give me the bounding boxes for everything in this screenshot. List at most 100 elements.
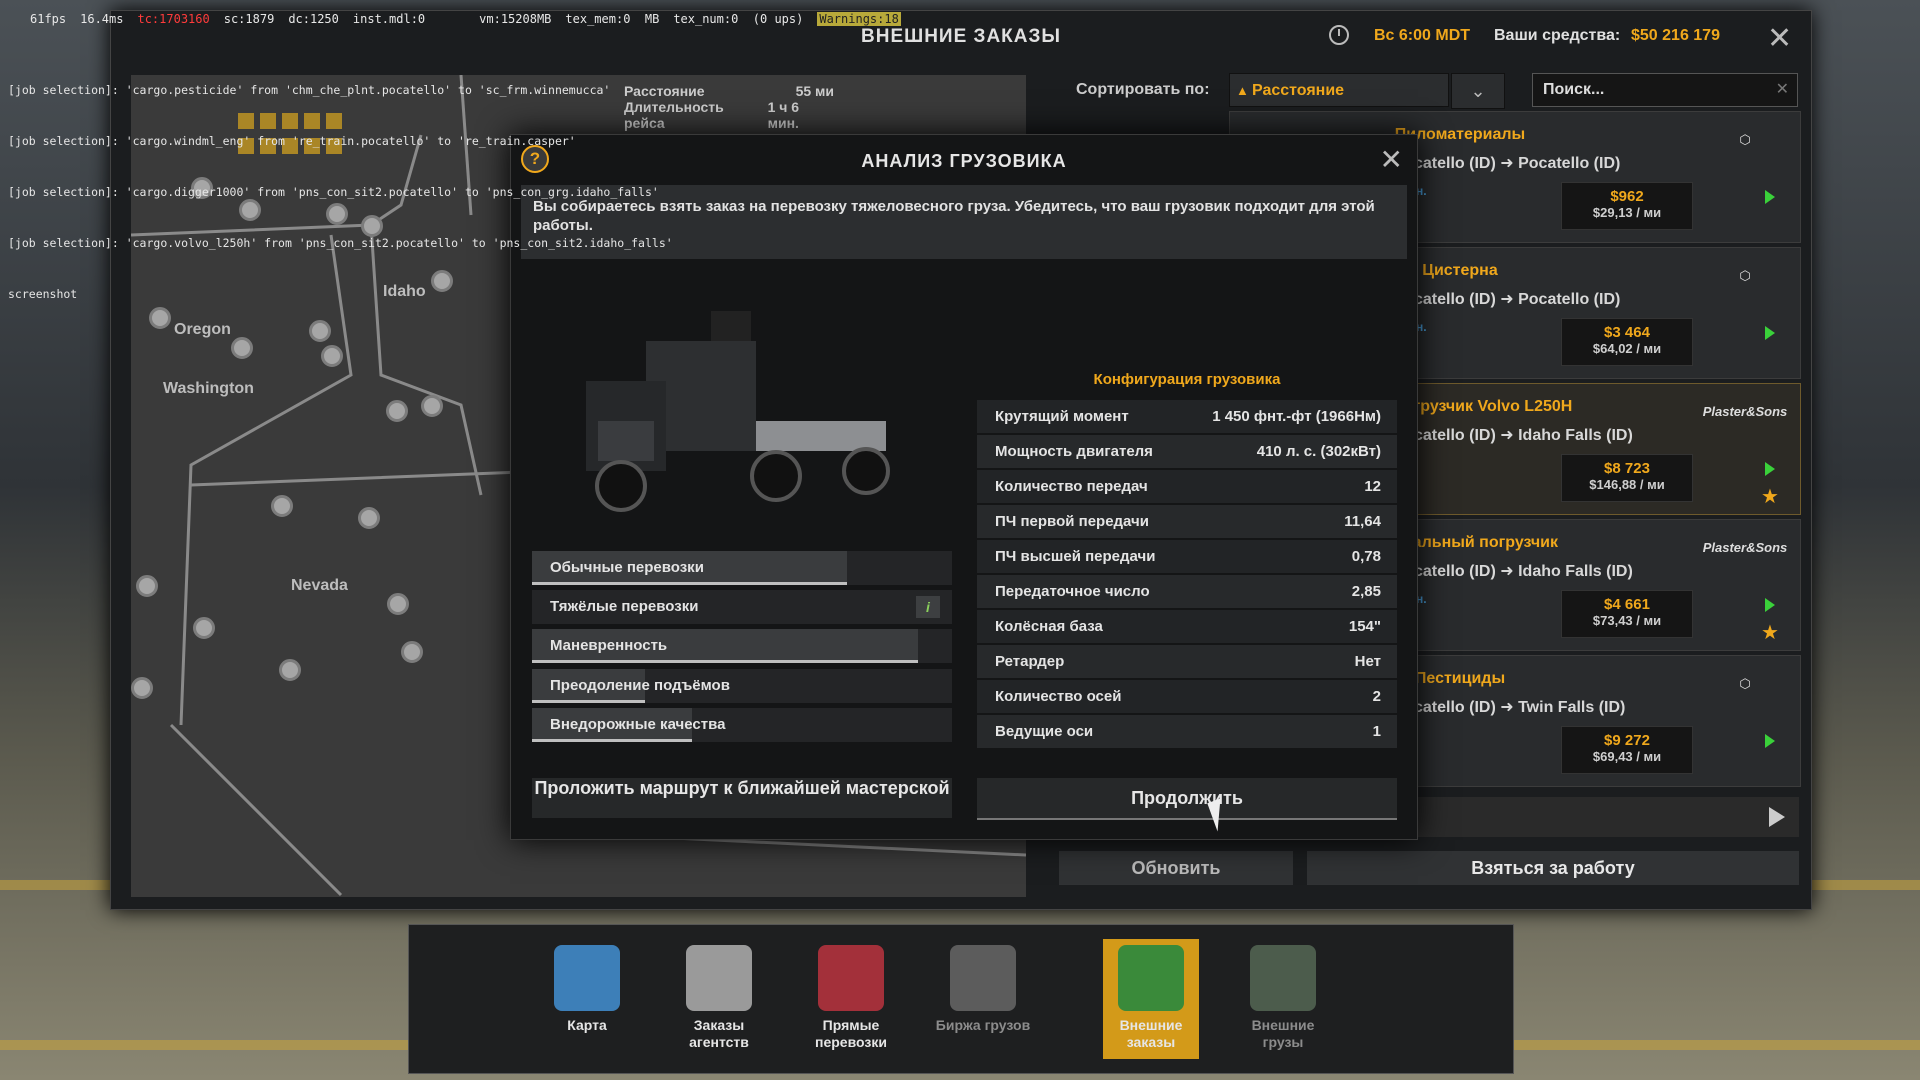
config-value: Нет [1354,653,1381,670]
config-title: Конфигурация грузовика [1093,371,1281,388]
config-row: ПЧ первой передачи 11,64 [977,505,1397,538]
config-row: Количество передач 12 [977,470,1397,503]
bottom-dock: Карта Заказы агентств Прямые перевозки Б… [408,924,1514,1074]
route-to-service-button[interactable]: Проложить маршрут к ближайшей мастерской [532,778,952,818]
debug-warnings: Warnings:18 [817,12,901,26]
dock-external-jobs[interactable]: Внешние заказы [1103,939,1199,1059]
job-route: catello (ID) ➜ Pocatello (ID) [1414,155,1621,172]
forklift-icon [818,945,884,1011]
config-row: Ретардер Нет [977,645,1397,678]
refresh-button[interactable]: Обновить [1059,851,1293,885]
play-icon [1765,326,1775,340]
map-city[interactable] [386,400,408,422]
play-icon [1765,734,1775,748]
distance-value: 55 ми [795,83,834,99]
map-city[interactable] [309,320,331,342]
dock-label: Биржа грузов [935,1017,1031,1033]
config-key: Количество осей [995,688,1122,705]
sort-dropdown[interactable]: ▲ Расстояние [1229,73,1449,107]
route-from: catello (ID) [1414,563,1496,580]
config-value: 154" [1348,618,1381,635]
stat-offroad: Внедорожные качества [532,708,952,742]
search-input[interactable]: Поиск... ✕ [1532,73,1798,107]
cargo-market-icon [950,945,1016,1011]
map-city[interactable] [358,507,380,529]
stat-maneuverability: Маневренность [532,629,952,663]
map-city[interactable] [136,575,158,597]
star-icon: ★ [1761,486,1779,508]
dock-map[interactable]: Карта [539,939,635,1059]
stat-label: Преодоление подъёмов [550,677,730,694]
funds-value: $50 216 179 [1631,27,1720,44]
dock-label: Карта [567,1017,607,1033]
map-city[interactable] [321,345,343,367]
stat-label: Маневренность [550,637,668,654]
job-price: $962 [1610,188,1644,205]
stat-heavy-haul: Тяжёлые перевозки i [532,590,952,624]
dock-cargo-market[interactable]: Биржа грузов [935,939,1031,1059]
dock-external-cargo[interactable]: Внешние грузы [1235,939,1331,1059]
debug-console: [job selection]: 'cargo.pesticide' from … [8,48,673,320]
map-city[interactable] [401,641,423,663]
search-placeholder: Поиск... [1543,81,1605,98]
job-rate: $146,88 / ми [1589,477,1665,492]
map-city[interactable] [421,395,443,417]
config-key: Ретардер [995,653,1065,670]
console-line: [job selection]: 'cargo.pesticide' from … [8,83,611,97]
config-key: Количество передач [995,478,1148,495]
stat-hill-climbing: Преодоление подъёмов [532,669,952,703]
map-city[interactable] [387,593,409,615]
config-row: Передаточное число 2,85 [977,575,1397,608]
dock-label: Внешние заказы [1119,1017,1183,1050]
next-page-icon[interactable] [1769,807,1785,827]
debug-vm: vm:15208MB [479,12,552,26]
route-from: catello (ID) [1414,155,1496,172]
config-row: Колёсная база 154" [977,610,1397,643]
play-icon [1765,598,1775,612]
config-value: 2,85 [1351,583,1381,600]
info-icon[interactable]: i [916,596,940,618]
config-value: 2 [1372,688,1381,705]
config-key: Передаточное число [995,583,1150,600]
config-key: Мощность двигателя [995,443,1153,460]
map-city[interactable] [279,659,301,681]
close-icon[interactable]: ✕ [1380,143,1403,176]
map-city[interactable] [193,617,215,639]
console-line: [job selection]: 'cargo.volvo_l250h' fro… [8,236,673,250]
console-line: screenshot [8,287,78,301]
config-value: 1 450 фнт.-фт (1966Нм) [1212,408,1381,425]
config-key: Ведущие оси [995,723,1094,740]
stat-regular-haul: Обычные перевозки [532,551,952,585]
company-logo-icon: ⬡ [1739,268,1751,283]
star-icon: ★ [1761,622,1779,644]
config-key: Колёсная база [995,618,1103,635]
job-price-box: $3 464 $64,02 / ми [1561,318,1693,366]
route-to: Pocatello (ID) [1518,291,1621,308]
job-route: catello (ID) ➜ Idaho Falls (ID) [1414,427,1633,444]
continue-button[interactable]: Продолжить [977,778,1397,820]
map-icon [554,945,620,1011]
take-job-button[interactable]: Взяться за работу [1307,851,1799,885]
map-city[interactable] [271,495,293,517]
stat-label: Тяжёлые перевозки [550,598,699,615]
sort-value: Расстояние [1252,82,1345,99]
debug-tex-mem: tex_mem:0 MB [565,12,660,26]
map-city[interactable] [131,677,153,699]
dock-agency-jobs[interactable]: Заказы агентств [671,939,767,1059]
arrow-up-icon: ▲ [1236,83,1249,98]
chevron-down-icon[interactable]: ⌄ [1451,73,1505,109]
config-row: ПЧ высшей передачи 0,78 [977,540,1397,573]
config-key: Крутящий момент [995,408,1129,425]
map-city[interactable] [231,337,253,359]
job-price-box: $962 $29,13 / ми [1561,182,1693,230]
close-icon[interactable]: ✕ [1767,21,1792,56]
config-value: 1 [1372,723,1381,740]
route-from: catello (ID) [1414,699,1496,716]
map-label-washington: Washington [163,380,254,397]
debug-dc: dc:1250 [288,12,339,26]
clear-icon[interactable]: ✕ [1776,74,1789,106]
dock-direct-jobs[interactable]: Прямые перевозки [803,939,899,1059]
sort-label: Сортировать по: [1076,81,1210,98]
company-logo: Plaster&Sons [1702,540,1788,555]
job-rate: $64,02 / ми [1592,341,1662,356]
